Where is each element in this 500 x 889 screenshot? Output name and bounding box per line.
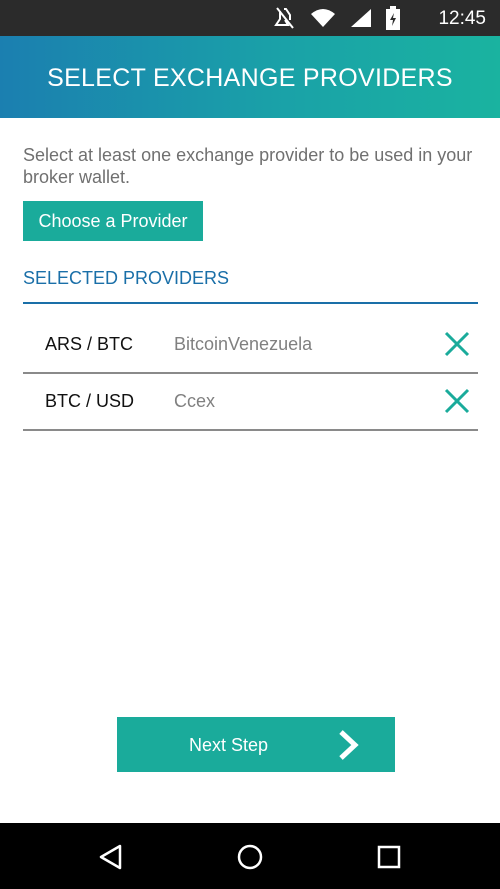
provider-name: Ccex (174, 391, 216, 411)
home-icon (237, 844, 263, 870)
provider-pair: ARS / BTC (45, 334, 134, 354)
provider-row: ARS / BTC BitcoinVenezuela (23, 316, 478, 374)
provider-pair: BTC / USD (45, 391, 135, 411)
page-title: SELECT EXCHANGE PROVIDERS (47, 64, 453, 92)
status-icons (274, 4, 400, 32)
next-step-button[interactable]: Next Step (117, 717, 395, 772)
recents-icon (377, 845, 401, 869)
choose-provider-button[interactable]: Choose a Provider (23, 201, 203, 241)
remove-provider-button[interactable] (444, 388, 470, 414)
section-divider (23, 302, 478, 304)
section-title: SELECTED PROVIDERS (23, 268, 230, 288)
close-icon (444, 388, 470, 414)
signal-icon (350, 8, 372, 28)
home-button[interactable] (237, 844, 263, 870)
instruction-text: Select at least one exchange provider to… (23, 145, 473, 187)
back-button[interactable] (98, 844, 124, 870)
chevron-right-icon (339, 730, 359, 760)
status-time: 12:45 (438, 8, 486, 29)
back-icon (99, 844, 122, 870)
mute-icon (274, 6, 296, 30)
provider-name: BitcoinVenezuela (174, 334, 313, 354)
status-bar: 12:45 (0, 0, 500, 36)
battery-icon (386, 6, 400, 30)
wifi-icon (310, 8, 336, 28)
remove-provider-button[interactable] (444, 331, 470, 357)
app-header: SELECT EXCHANGE PROVIDERS (0, 36, 500, 118)
next-step-label: Next Step (189, 735, 269, 755)
provider-row: BTC / USD Ccex (23, 373, 478, 431)
close-icon (444, 331, 470, 357)
recents-button[interactable] (376, 844, 402, 870)
navigation-bar (0, 823, 500, 889)
